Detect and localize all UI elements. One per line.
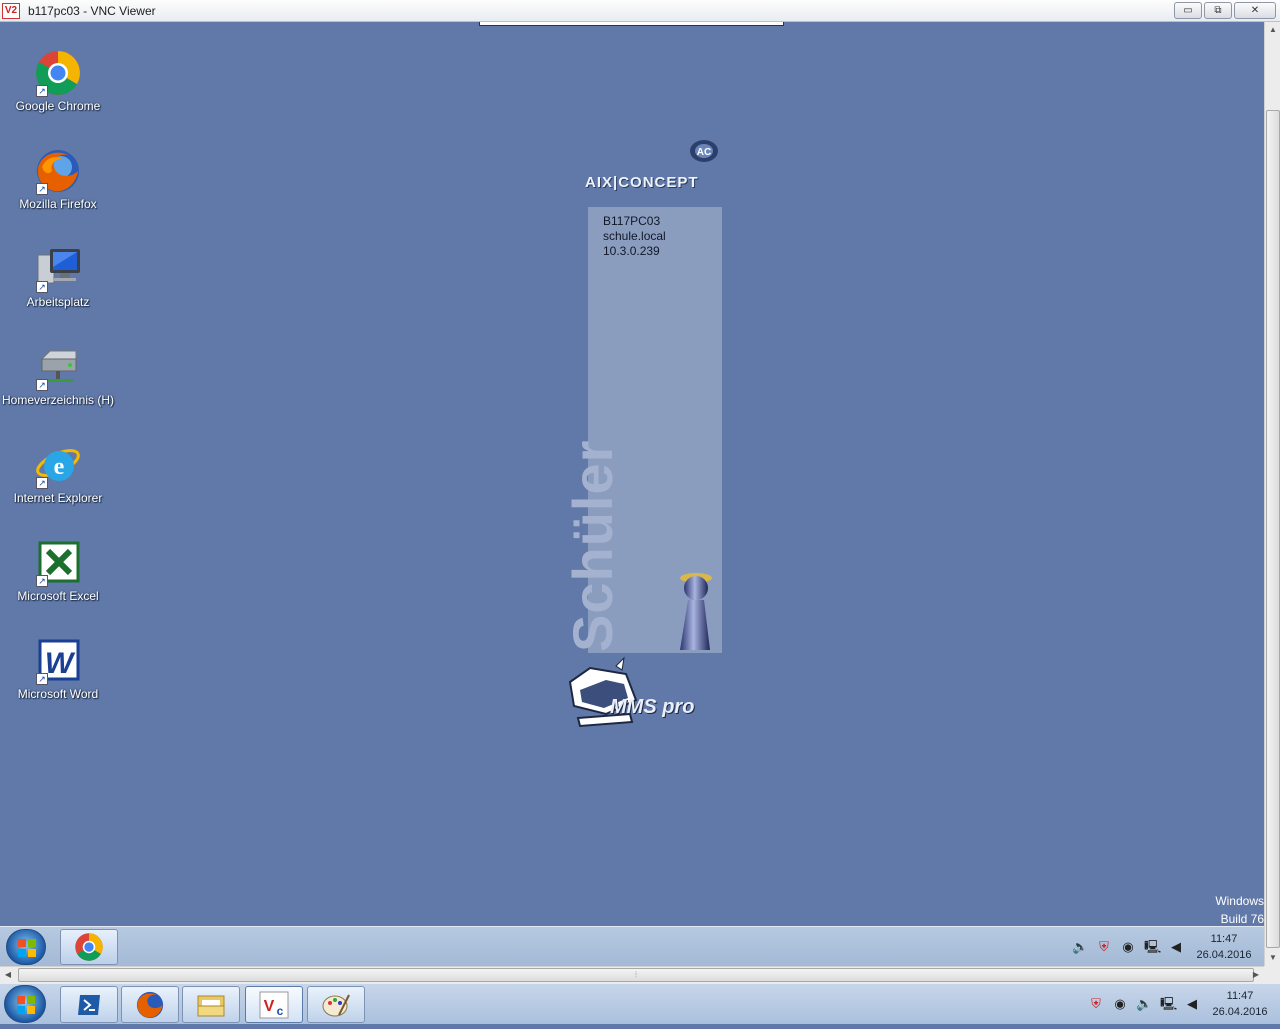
start-button[interactable] xyxy=(4,985,46,1023)
scroll-down-arrow-icon[interactable]: ▼ xyxy=(1265,950,1280,966)
svg-text:e: e xyxy=(54,454,65,480)
scrollbar-corner xyxy=(1264,966,1280,983)
desktop-icon-arbeitsplatz[interactable]: ↗ Arbeitsplatz xyxy=(0,245,116,309)
remote-taskbar-chrome-button[interactable] xyxy=(60,929,118,965)
chrome-icon xyxy=(75,933,103,961)
remote-clock-time: 11:47 xyxy=(1210,933,1238,945)
desktop-icon-word[interactable]: W ↗ Microsoft Word xyxy=(0,637,116,701)
vnc-title-bar: V2 b117pc03 - VNC Viewer ▭ ⧉ ✕ xyxy=(0,0,1280,22)
taskbar-explorer-button[interactable] xyxy=(182,986,240,1023)
internet-explorer-icon: e ↗ xyxy=(34,441,82,489)
remote-system-tray: 🔈 ⛨ ◉ 🖳 ◀ 11:47 26.04.2016 xyxy=(1072,927,1256,967)
desktop-icon-firefox[interactable]: ↗ Mozilla Firefox xyxy=(0,147,116,211)
desktop-icon-internet-explorer[interactable]: e ↗ Internet Explorer xyxy=(0,441,116,505)
speaker-icon[interactable]: 🔈 xyxy=(1072,939,1088,955)
paint-icon xyxy=(322,994,350,1016)
volume-icon[interactable]: ◀ xyxy=(1184,996,1200,1012)
taskbar-paint-button[interactable] xyxy=(307,986,365,1023)
vertical-scroll-thumb[interactable] xyxy=(1266,110,1280,948)
windows-logo-icon xyxy=(17,996,35,1014)
ip-address-text: 10.3.0.239 xyxy=(603,244,660,258)
desktop-icon-label: Microsoft Word xyxy=(17,687,99,701)
taskbar-firefox-button[interactable] xyxy=(121,986,179,1023)
excel-icon: ↗ xyxy=(34,539,82,587)
vnc-icon: V c xyxy=(259,991,289,1018)
aixconcept-logo: AC AIX|CONCEPT xyxy=(585,134,725,204)
host-system-tray: ⛨ ◉ 🔈 🖳 ◀ 11:47 26.04.2016 xyxy=(1088,984,1272,1024)
scroll-right-arrow-icon[interactable]: ▶ xyxy=(1248,967,1264,983)
network-icon[interactable]: 🖳 xyxy=(1160,996,1177,1012)
media-icon[interactable]: ◉ xyxy=(1112,996,1128,1012)
remote-clock-date: 26.04.2016 xyxy=(1196,949,1252,961)
desktop-icon-chrome[interactable]: ↗ Google Chrome xyxy=(0,49,116,113)
domain-text: schule.local xyxy=(603,229,666,243)
role-watermark: Schüler xyxy=(561,439,624,652)
horizontal-scroll-thumb[interactable]: ⦙ xyxy=(18,968,1254,982)
svg-text:AC: AC xyxy=(697,147,711,158)
powershell-icon xyxy=(78,994,100,1015)
svg-text:V: V xyxy=(264,998,275,1015)
minimize-button[interactable]: ▭ xyxy=(1174,2,1202,19)
security-shield-icon[interactable]: ⛨ xyxy=(1088,996,1104,1012)
mms-pro-logo: MMS pro xyxy=(566,648,716,734)
svg-text:c: c xyxy=(277,1004,284,1018)
remote-clock[interactable]: 11:47 26.04.2016 xyxy=(1192,931,1256,963)
firefox-icon: ↗ xyxy=(34,147,82,195)
aixconcept-logo-text: AIX|CONCEPT xyxy=(585,174,699,191)
scroll-up-arrow-icon[interactable]: ▲ xyxy=(1265,22,1280,38)
remote-taskbar: 🔈 ⛨ ◉ 🖳 ◀ 11:47 26.04.2016 xyxy=(0,926,1264,966)
desktop-icon-homeverzeichnis[interactable]: ↗ Homeverzeichnis (H) xyxy=(0,343,116,407)
computer-icon: ↗ xyxy=(34,245,82,293)
folder-icon xyxy=(197,995,225,1016)
desktop-icon-label: Homeverzeichnis (H) xyxy=(1,393,115,407)
host-clock-date: 26.04.2016 xyxy=(1212,1006,1268,1018)
close-button[interactable]: ✕ xyxy=(1234,2,1276,19)
vertical-scrollbar[interactable]: ▲ ▼ xyxy=(1264,22,1280,966)
speaker-icon[interactable]: 🔈 xyxy=(1136,996,1152,1012)
host-clock[interactable]: 11:47 26.04.2016 xyxy=(1208,988,1272,1020)
taskbar-vnc-button[interactable]: V c xyxy=(245,986,303,1023)
remote-start-button[interactable] xyxy=(6,929,46,965)
windows-watermark-line1: Windows xyxy=(1215,894,1264,908)
remote-top-strip xyxy=(479,22,784,26)
desktop-icon-excel[interactable]: ↗ Microsoft Excel xyxy=(0,539,116,603)
windows-watermark-line2: Build 76 xyxy=(1220,912,1264,926)
remote-desktop[interactable]: ↗ Google Chrome ↗ Mozilla Firefox ↗ Arbe… xyxy=(0,22,1264,926)
word-icon: W ↗ xyxy=(34,637,82,685)
hostname-text: B117PC03 xyxy=(603,214,661,228)
mms-pro-logo-text: MMS pro xyxy=(610,696,695,718)
chrome-icon: ↗ xyxy=(34,49,82,97)
desktop-icon-label: Google Chrome xyxy=(15,99,101,113)
scroll-left-arrow-icon[interactable]: ◀ xyxy=(0,967,16,983)
horizontal-scrollbar[interactable]: ◀ ⦙ ▶ xyxy=(0,966,1264,983)
host-clock-time: 11:47 xyxy=(1226,990,1254,1002)
media-icon[interactable]: ◉ xyxy=(1120,939,1136,955)
desktop-icon-label: Mozilla Firefox xyxy=(19,197,97,211)
desktop-icon-label: Internet Explorer xyxy=(13,491,103,505)
restore-button[interactable]: ⧉ xyxy=(1204,2,1232,19)
host-taskbar: V c ⛨ ◉ 🔈 🖳 ◀ 11:47 26.04.2016 xyxy=(0,983,1280,1024)
pawn-figure-icon xyxy=(680,573,712,650)
desktop-icon-label: Microsoft Excel xyxy=(17,589,99,603)
firefox-icon xyxy=(136,991,164,1018)
network-drive-icon: ↗ xyxy=(34,343,82,391)
volume-icon[interactable]: ◀ xyxy=(1168,939,1184,955)
desktop-icon-label: Arbeitsplatz xyxy=(26,295,90,309)
windows-logo-icon xyxy=(18,939,36,957)
window-title: b117pc03 - VNC Viewer xyxy=(28,3,156,18)
vnc-logo-icon[interactable]: V2 xyxy=(2,2,20,19)
security-shield-icon[interactable]: ⛨ xyxy=(1096,939,1112,955)
taskbar-powershell-button[interactable] xyxy=(60,986,118,1023)
svg-text:W: W xyxy=(45,647,76,680)
network-icon[interactable]: 🖳 xyxy=(1144,939,1161,955)
